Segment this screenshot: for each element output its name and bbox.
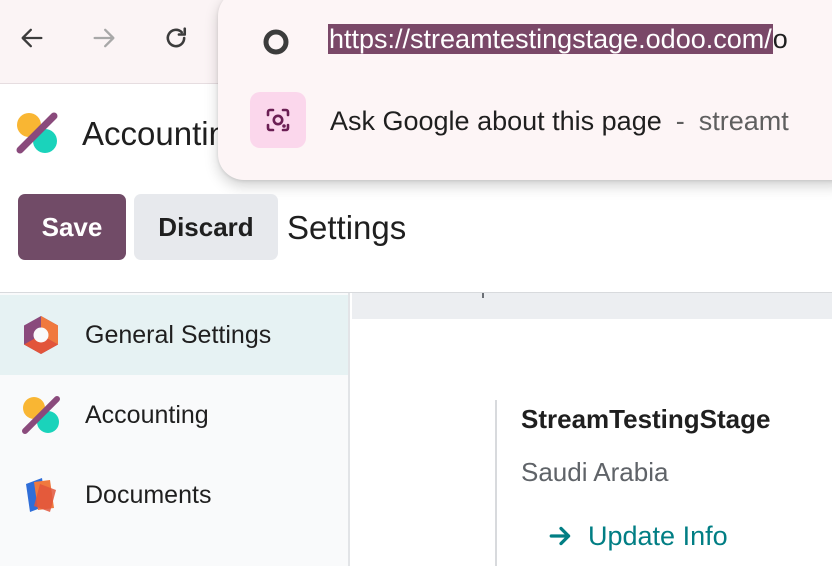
suggestion-domain: streamt (698, 106, 789, 136)
discard-button[interactable]: Discard (134, 194, 278, 260)
content-top-strip (352, 293, 832, 319)
general-settings-icon (24, 316, 58, 354)
company-country: Saudi Arabia (521, 457, 669, 487)
update-info-link[interactable]: Update Info (548, 519, 728, 553)
address-input[interactable]: https://streamtestingstage.odoo.com/o (328, 22, 788, 56)
accounting-app-icon (22, 396, 60, 434)
accounting-app-icon (16, 112, 58, 154)
documents-app-icon (26, 478, 56, 512)
app-title: Accountin (82, 115, 227, 152)
sidebar-item-documents[interactable]: Documents (0, 455, 348, 535)
back-button[interactable] (14, 20, 50, 56)
arrow-right-icon (93, 28, 115, 48)
arrow-left-icon (21, 28, 43, 48)
settings-sidebar: General Settings Accounting Documents (0, 293, 350, 566)
section-divider (495, 400, 497, 566)
company-name: StreamTestingStage (521, 404, 771, 434)
suggestion-separator: - (675, 106, 685, 136)
update-info-label: Update Info (588, 520, 728, 551)
omnibox-suggestion[interactable]: Ask Google about this page - streamt (330, 105, 789, 137)
forward-button[interactable] (86, 20, 122, 56)
strip-mark (482, 293, 484, 298)
sidebar-item-accounting[interactable]: Accounting (0, 375, 348, 455)
sidebar-item-label: Accounting (85, 400, 209, 429)
reload-icon (166, 27, 187, 48)
save-button[interactable]: Save (18, 194, 126, 260)
suggestion-label: Ask Google about this page (330, 106, 662, 136)
omnibox-dropdown: https://streamtestingstage.odoo.com/o As… (218, 0, 832, 180)
sidebar-item-general-settings[interactable]: General Settings (0, 295, 348, 375)
url-rest-text: o (772, 24, 788, 54)
sidebar-item-label: Documents (85, 480, 212, 509)
breadcrumb: Settings (287, 209, 407, 246)
reload-button[interactable] (158, 20, 194, 56)
google-lens-icon[interactable] (250, 92, 306, 148)
arrow-right-icon (549, 526, 571, 546)
sidebar-item-label: General Settings (85, 320, 272, 349)
url-selected-text: https://streamtestingstage.odoo.com/ (328, 24, 773, 54)
page-info-icon[interactable] (260, 26, 292, 58)
